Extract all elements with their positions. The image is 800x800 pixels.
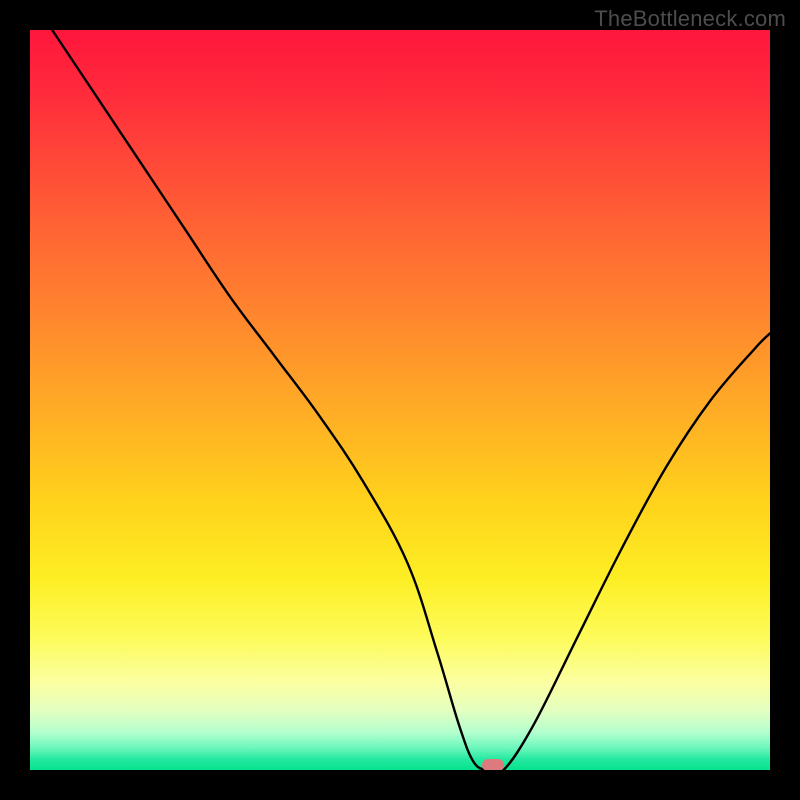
minimum-marker: [482, 759, 504, 770]
chart-frame: TheBottleneck.com: [0, 0, 800, 800]
watermark-text: TheBottleneck.com: [594, 6, 786, 32]
bottleneck-curve: [30, 30, 770, 770]
plot-area: [30, 30, 770, 770]
